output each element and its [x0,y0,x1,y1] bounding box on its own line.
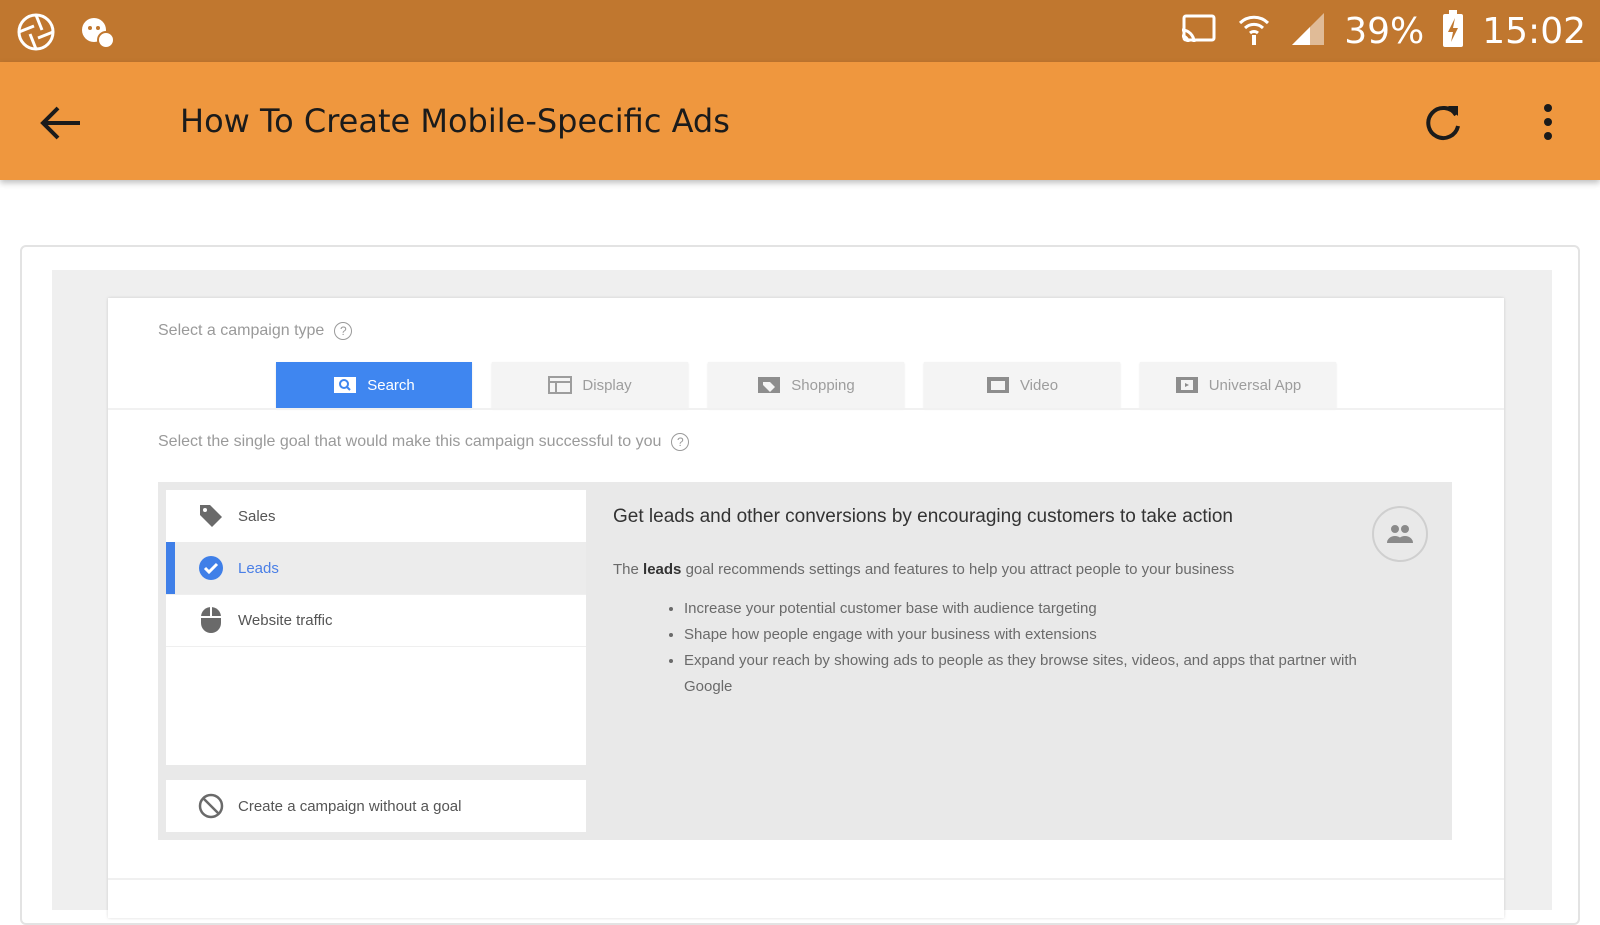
app-bar: How To Create Mobile-Specific Ads [0,62,1600,180]
desc-bold: leads [643,561,682,578]
tab-universal-app[interactable]: Universal App [1140,362,1336,408]
tab-universal-app-label: Universal App [1208,376,1302,394]
goal-list: Sales Leads Website traffic [166,490,586,765]
desc-suffix: goal recommends settings and features to… [685,561,1235,578]
tag-icon [196,501,226,531]
create-without-goal[interactable]: Create a campaign without a goal [166,780,586,832]
tab-shopping-label: Shopping [791,376,855,394]
goal-website-traffic[interactable]: Website traffic [166,594,586,647]
refresh-icon[interactable] [1418,98,1468,148]
list-item: Expand your reach by showing ads to peop… [684,648,1364,700]
goal-detail-title: Get leads and other conversions by encou… [613,506,1233,527]
campaign-type-tabs: Search Display Shopping Video Universal … [276,362,1336,408]
tab-search-label: Search [367,376,415,394]
help-icon[interactable]: ? [671,433,690,451]
goal-leads-label: Leads [238,559,279,577]
page-title: How To Create Mobile-Specific Ads [180,102,730,140]
desc-prefix: The [613,561,639,578]
battery-charging-icon [1442,9,1464,53]
tab-display[interactable]: Display [492,362,688,408]
help-icon[interactable]: ? [334,322,353,340]
tabs-divider [108,408,1504,410]
more-vert-icon[interactable] [1528,98,1568,148]
campaign-type-label: Select a campaign type ? [158,322,353,340]
aperture-icon [16,12,56,57]
check-circle-icon [196,553,226,583]
battery-percent: 39% [1344,10,1425,52]
goal-leads[interactable]: Leads [166,542,586,595]
panel-divider [108,878,1504,880]
status-bar: 39% 15:02 [0,0,1600,62]
tab-display-label: Display [582,376,632,394]
goal-website-traffic-label: Website traffic [238,611,333,629]
tab-video-label: Video [1019,376,1059,394]
create-without-goal-label: Create a campaign without a goal [238,797,462,815]
video-icon [986,376,1010,394]
mouse-icon [196,605,226,635]
back-arrow-icon[interactable] [36,98,86,148]
goal-sales[interactable]: Sales [166,490,586,543]
clock: 15:02 [1482,10,1586,52]
shopping-icon [757,376,781,394]
selected-indicator [166,542,175,594]
signal-icon [1290,11,1326,52]
notification-icon [78,12,118,57]
search-icon [333,376,357,394]
campaign-type-text: Select a campaign type [158,322,325,339]
goal-detail-description: The leads goal recommends settings and f… [613,561,1234,578]
list-item: Increase your potential customer base wi… [684,596,1364,622]
tab-shopping[interactable]: Shopping [708,362,904,408]
goal-question-label: Select the single goal that would make t… [158,433,690,451]
app-icon [1175,376,1199,394]
goal-question-text: Select the single goal that would make t… [158,433,662,450]
goal-benefits-list: Increase your potential customer base wi… [666,596,1364,700]
tab-video[interactable]: Video [924,362,1120,408]
block-icon [196,791,226,821]
display-icon [548,376,573,394]
cast-icon [1178,13,1218,50]
people-icon [1372,506,1428,562]
goal-sales-label: Sales [238,507,276,525]
wifi-icon [1236,11,1272,52]
tab-search[interactable]: Search [276,362,472,408]
list-item: Shape how people engage with your busine… [684,622,1364,648]
